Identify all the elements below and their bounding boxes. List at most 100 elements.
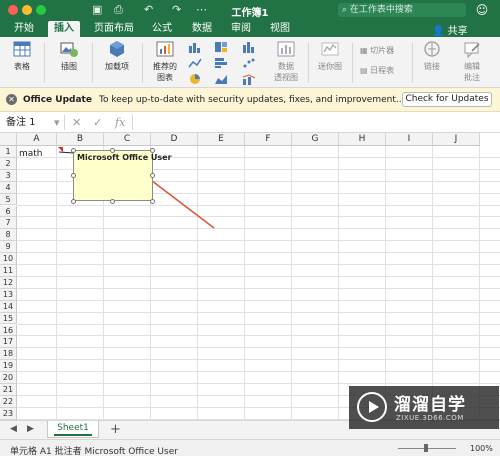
feedback-smiley-icon[interactable]: ☺ — [474, 2, 490, 18]
tab-data[interactable]: 数据 — [186, 21, 218, 37]
ribbon-divider — [142, 43, 143, 83]
add-sheet-button[interactable]: + — [110, 422, 121, 437]
worksheet-grid[interactable]: ABCDEFGHIJ 1 2 3 4 5 6 7 8 9 10 11 12 13 14 15 16 17 18 19… — [0, 133, 500, 420]
resize-handle[interactable] — [71, 199, 76, 204]
edit-comment-icon — [464, 42, 480, 59]
line-chart-icon[interactable] — [188, 57, 202, 69]
tab-page-layout[interactable]: 页面布局 — [88, 21, 140, 37]
ribbon-divider — [412, 43, 413, 83]
watermark-subtitle: ZIXUE.3D66.COM — [396, 414, 464, 422]
message-text: To keep up-to-date with security updates… — [99, 95, 405, 105]
bar-chart-icon[interactable] — [214, 57, 228, 69]
share-icon: 👤 — [432, 26, 445, 37]
table-icon — [13, 41, 31, 57]
status-bar: 单元格 A1 批注者 Microsoft Office User 100% — [0, 439, 500, 456]
divider — [132, 115, 133, 130]
timeline-button[interactable]: ▤ 日程表 — [360, 65, 394, 76]
divider — [64, 115, 65, 130]
link-button[interactable]: 链接 — [418, 39, 446, 72]
addins-button[interactable]: 加载项 — [100, 39, 134, 72]
illustrations-icon — [60, 42, 78, 57]
illustrations-label: 插图 — [61, 62, 77, 71]
pivot-chart-label-2: 透视图 — [274, 73, 298, 82]
stat-chart-icon[interactable] — [242, 41, 256, 53]
pie-chart-icon[interactable] — [188, 73, 202, 85]
ribbon-divider — [308, 43, 309, 83]
recommended-charts-button[interactable]: 推荐的 图表 — [148, 39, 182, 83]
comment-box[interactable]: Microsoft Office User — [73, 150, 172, 201]
confirm-icon[interactable]: ✓ — [93, 115, 102, 130]
resize-handle[interactable] — [110, 199, 115, 204]
resize-handle[interactable] — [71, 148, 76, 153]
pivot-chart-icon — [277, 41, 295, 57]
close-icon[interactable]: ✕ — [6, 94, 17, 105]
formula-bar: 备注 1 ▾ ✕ ✓ fx — [0, 112, 500, 133]
edit-comment-button[interactable]: 编辑 批注 — [456, 39, 488, 83]
share-button[interactable]: 👤 共享 — [432, 22, 468, 37]
watermark-title: 溜溜自学 — [394, 395, 466, 415]
tab-review[interactable]: 审阅 — [225, 21, 257, 37]
name-box[interactable]: 备注 1 — [6, 115, 56, 130]
formula-input[interactable] — [136, 114, 496, 131]
scatter-chart-icon[interactable] — [242, 57, 256, 69]
check-for-updates-button[interactable]: Check for Updates — [402, 92, 492, 107]
chevron-down-icon[interactable]: ▾ — [54, 115, 60, 130]
resize-handle[interactable] — [71, 173, 76, 178]
play-logo-icon — [357, 392, 387, 422]
hierarchy-chart-icon[interactable] — [214, 41, 228, 53]
slicer-button[interactable]: ▦ 切片器 — [360, 45, 394, 56]
share-label: 共享 — [447, 26, 468, 37]
resize-handle[interactable] — [110, 148, 115, 153]
tab-insert[interactable]: 插入 — [48, 21, 80, 37]
timeline-label: 日程表 — [370, 66, 395, 75]
title-bar: ▣ ⎙ ↶ ↷ ⋯ 工作簿1 ⌕ 在工作表中搜索 ☺ — [0, 0, 500, 20]
slicer-icon: ▦ — [360, 46, 368, 55]
slicer-label: 切片器 — [370, 46, 395, 55]
prev-sheet-icon[interactable]: ◀ — [10, 424, 17, 434]
resize-handle[interactable] — [150, 148, 155, 153]
addins-icon — [110, 41, 124, 57]
search-icon: ⌕ — [342, 5, 348, 15]
area-chart-icon[interactable] — [214, 73, 228, 85]
link-icon — [424, 41, 440, 57]
resize-handle[interactable] — [150, 199, 155, 204]
next-sheet-icon[interactable]: ▶ — [27, 424, 34, 434]
update-message-bar: ✕ Office Update To keep up-to-date with … — [0, 88, 500, 112]
combo-chart-icon[interactable] — [242, 73, 256, 85]
status-text: 单元格 A1 批注者 Microsoft Office User — [10, 447, 178, 456]
search-input[interactable]: ⌕ 在工作表中搜索 — [338, 3, 466, 17]
column-chart-icon[interactable] — [188, 41, 202, 53]
function-icon[interactable]: fx — [115, 115, 125, 130]
sparklines-icon — [321, 42, 339, 56]
comment-author: Microsoft Office User — [77, 153, 172, 162]
link-label: 链接 — [424, 62, 440, 71]
illustrations-button[interactable]: 插图 — [54, 39, 84, 72]
table-label: 表格 — [14, 62, 30, 71]
recommended-charts-label-2: 图表 — [157, 73, 173, 82]
watermark: 溜溜自学 ZIXUE.3D66.COM — [349, 386, 499, 429]
tab-view[interactable]: 视图 — [264, 21, 296, 37]
zoom-slider-knob[interactable] — [424, 444, 428, 452]
addins-label: 加载项 — [105, 62, 129, 71]
ribbon-tabs: 开始 插入 页面布局 公式 数据 审阅 视图 👤 共享 — [0, 20, 500, 37]
zoom-level[interactable]: 100% — [470, 444, 493, 453]
tab-home[interactable]: 开始 — [8, 21, 40, 37]
search-placeholder: 在工作表中搜索 — [349, 5, 413, 15]
ribbon-divider — [352, 43, 353, 83]
sheet-tab-sheet1[interactable]: Sheet1 — [47, 421, 99, 438]
sparklines-button[interactable]: 迷你图 — [312, 39, 348, 72]
edit-comment-label-2: 批注 — [464, 73, 480, 82]
recommended-charts-icon — [156, 41, 174, 57]
resize-handle[interactable] — [150, 173, 155, 178]
pivot-chart-label-1: 数据 — [278, 62, 294, 71]
tab-formulas[interactable]: 公式 — [146, 21, 178, 37]
edit-comment-label-1: 编辑 — [464, 62, 480, 71]
timeline-icon: ▤ — [360, 66, 368, 75]
ribbon-divider — [92, 43, 93, 83]
recommended-charts-label-1: 推荐的 — [153, 62, 177, 71]
pivot-chart-button[interactable]: 数据 透视图 — [268, 39, 304, 83]
table-button[interactable]: 表格 — [6, 39, 38, 72]
message-title: Office Update — [23, 95, 92, 105]
cancel-icon[interactable]: ✕ — [72, 115, 81, 130]
ribbon-insert: 表格 插图 加载项 推荐的 图表 数据 透视图 迷你图 ▦ 切片器 ▤ 日程表 … — [0, 37, 500, 88]
